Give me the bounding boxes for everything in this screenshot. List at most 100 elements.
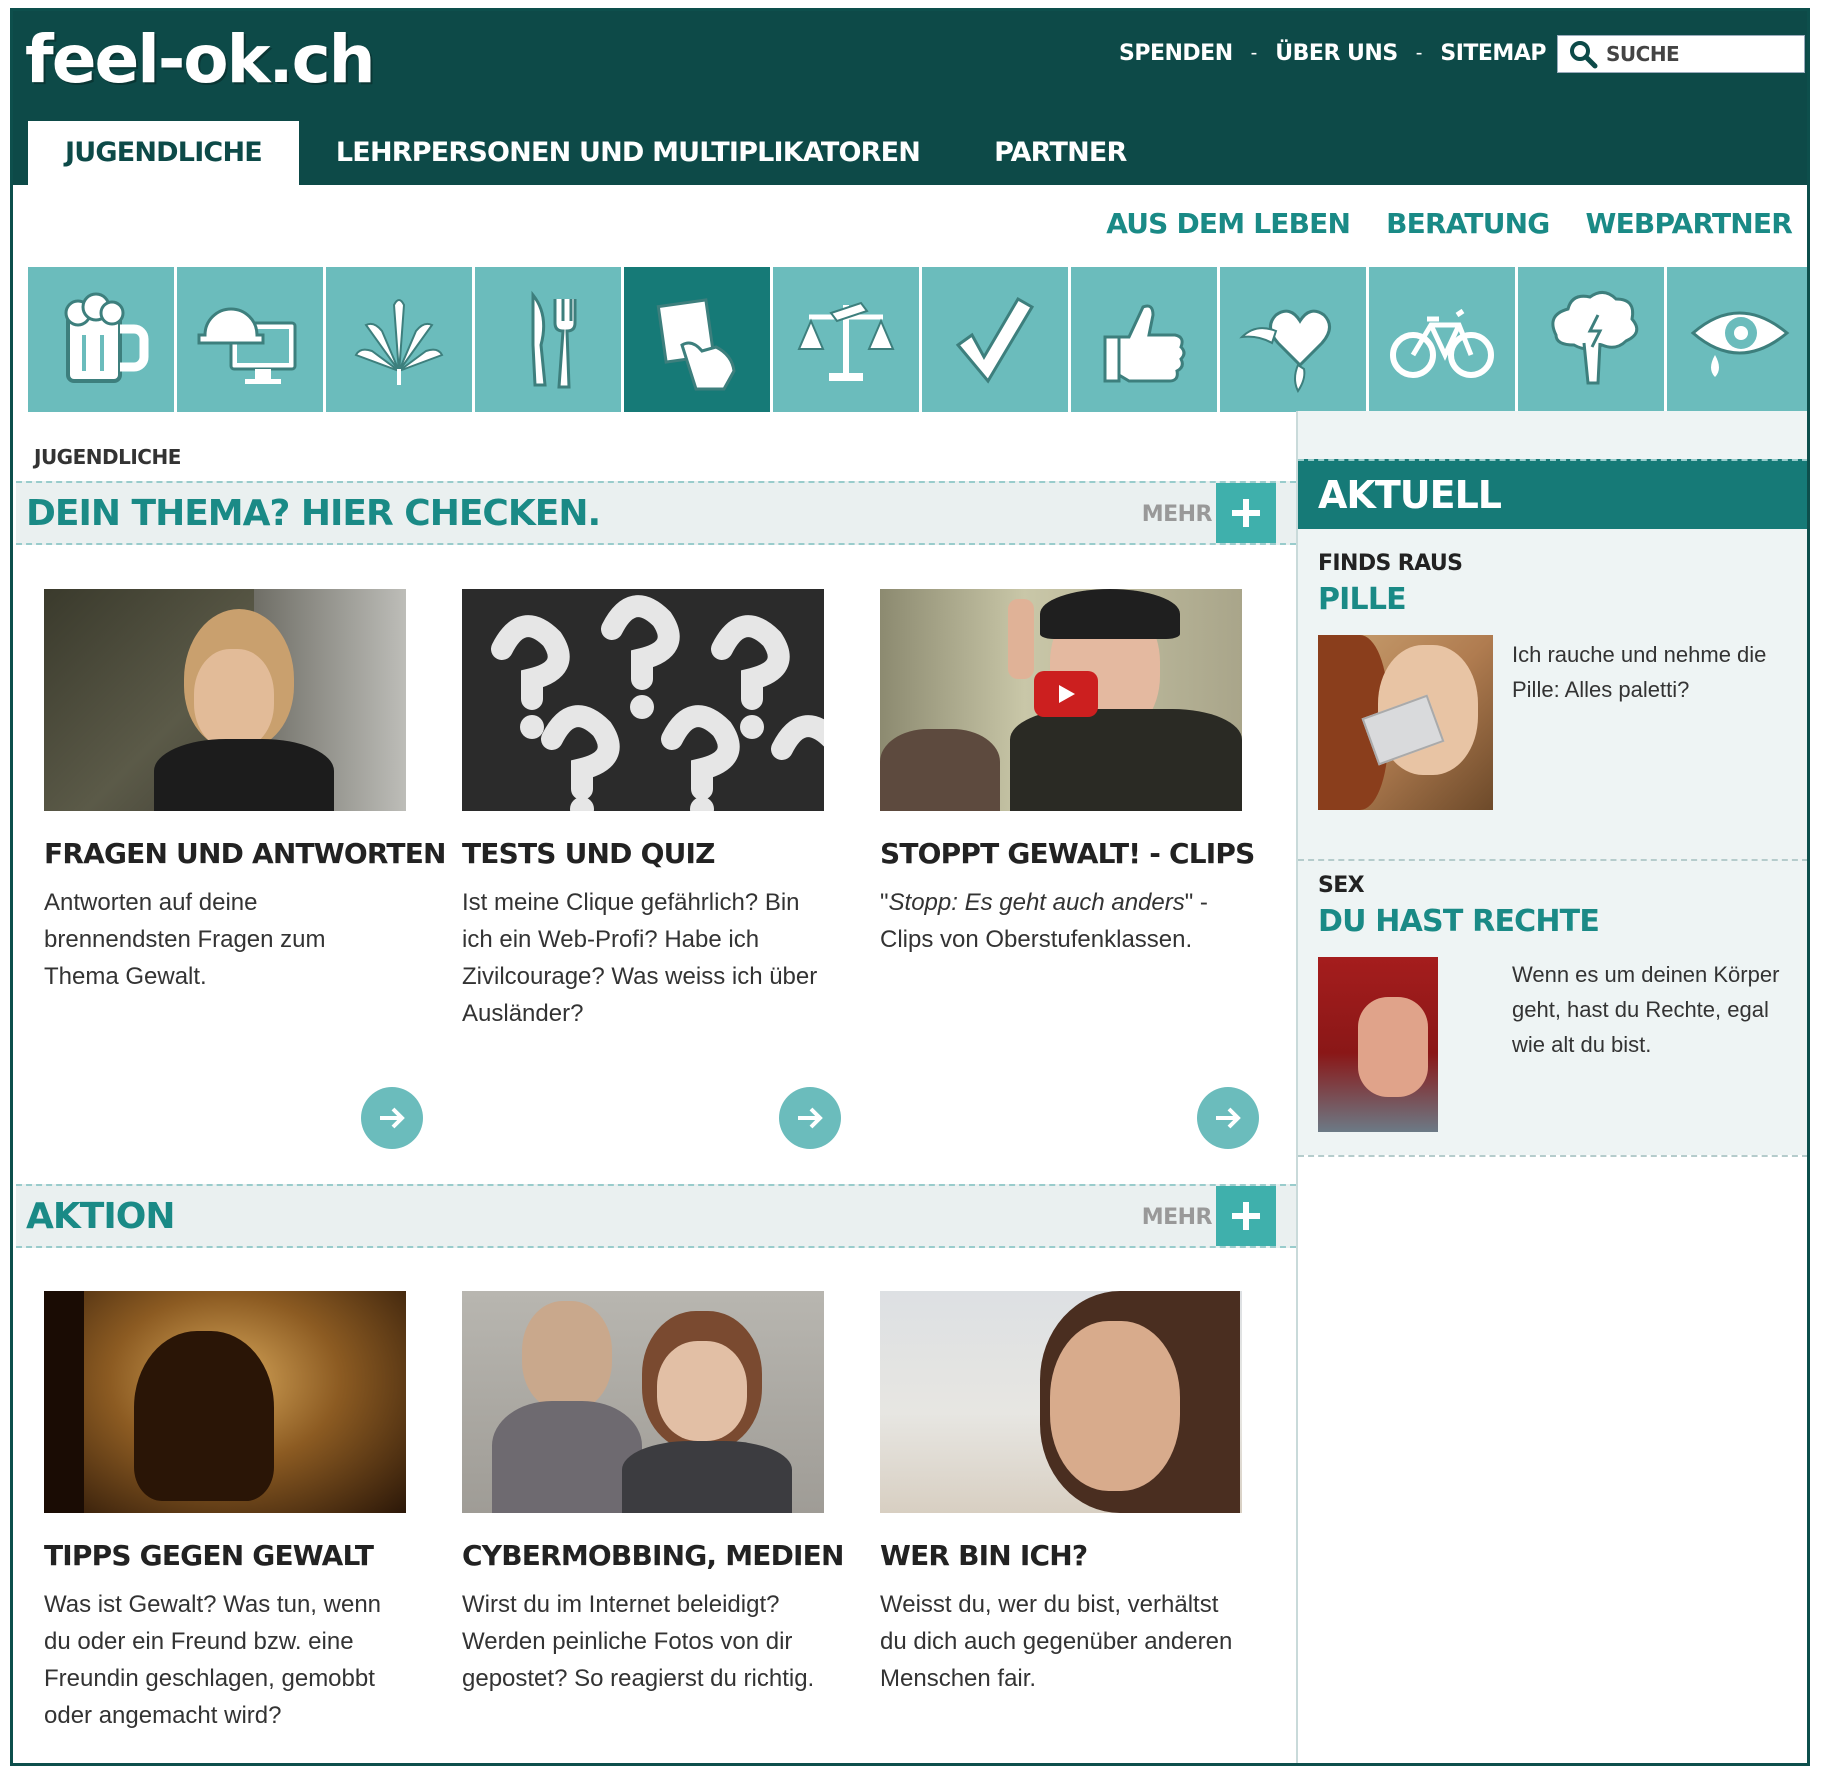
audience-tabs: JUGENDLICHE LEHRPERSONEN UND MULTIPLIKAT…	[28, 121, 1164, 185]
topic-work[interactable]	[177, 267, 323, 412]
ueber-uns-link[interactable]: ÜBER UNS	[1275, 41, 1398, 66]
topic-violence[interactable]	[624, 267, 770, 412]
checkmark-icon	[955, 296, 1035, 384]
topic-alcohol[interactable]	[28, 267, 174, 412]
arrow-right-icon	[1216, 1107, 1241, 1129]
card-title[interactable]: TESTS UND QUIZ	[462, 837, 824, 870]
section-header-thema: DEIN THEMA? HIER CHECKEN. MEHR	[16, 481, 1296, 545]
tree-icon	[1551, 290, 1639, 384]
card-stoppt-gewalt[interactable]: STOPPT GEWALT! - CLIPS "Stopp: Es geht a…	[880, 589, 1255, 958]
news-title[interactable]: PILLE	[1318, 582, 1798, 617]
topic-drugs[interactable]	[326, 267, 472, 412]
spenden-link[interactable]: SPENDEN	[1119, 41, 1233, 66]
sub-navigation: AUS DEM LEBEN BERATUNG WEBPARTNER	[1106, 207, 1793, 240]
card-title[interactable]: FRAGEN UND ANTWORTEN	[44, 837, 446, 870]
search-box[interactable]	[1557, 35, 1805, 73]
subnav-webpartner[interactable]: WEBPARTNER	[1586, 207, 1793, 240]
card-tests-quiz[interactable]: TESTS UND QUIZ Ist meine Clique gefährli…	[462, 589, 824, 1032]
card-title[interactable]: CYBERMOBBING, MEDIEN	[462, 1539, 844, 1572]
topic-sport[interactable]	[1369, 267, 1515, 412]
section-title: DEIN THEMA? HIER CHECKEN.	[26, 493, 601, 534]
news-image[interactable]	[1318, 635, 1493, 810]
card-tipps-gegen-gewalt[interactable]: TIPPS GEGEN GEWALT Was ist Gewalt? Was t…	[44, 1291, 406, 1734]
card-image[interactable]	[462, 1291, 824, 1513]
card-fragen-antworten[interactable]: FRAGEN UND ANTWORTEN Antworten auf deine…	[44, 589, 446, 995]
tab-lehrpersonen[interactable]: LEHRPERSONEN UND MULTIPLIKATOREN	[299, 121, 957, 185]
topic-nutrition[interactable]	[475, 267, 621, 412]
arrow-button[interactable]	[779, 1087, 841, 1149]
topic-law[interactable]	[773, 267, 919, 412]
sidebar-aktuell: AKTUELL FINDS RAUS PILLE Ich rauche und …	[1296, 411, 1807, 1763]
card-image[interactable]	[44, 1291, 406, 1513]
topic-love[interactable]	[1220, 267, 1366, 412]
section-header-aktion: AKTION MEHR	[16, 1184, 1296, 1248]
topic-stress[interactable]	[1518, 267, 1664, 412]
more-link[interactable]: MEHR	[1142, 1205, 1213, 1230]
card-image[interactable]	[462, 589, 824, 811]
top-links: SPENDEN - ÜBER UNS - SITEMAP -	[1119, 41, 1589, 66]
news-text: Wenn es um deinen Körper geht, hast du R…	[1512, 962, 1780, 1057]
more-link[interactable]: MEHR	[1142, 502, 1213, 527]
card-text: Ist meine Clique gefährlich? Bin ich ein…	[462, 889, 818, 1027]
arrow-right-icon	[798, 1107, 823, 1129]
topic-decisions[interactable]	[922, 267, 1068, 412]
card-title[interactable]: WER BIN ICH?	[880, 1539, 1242, 1572]
card-image[interactable]	[44, 589, 406, 811]
cannabis-leaf-icon	[354, 298, 444, 385]
arrow-right-icon	[380, 1107, 405, 1129]
plus-icon	[1232, 1202, 1260, 1230]
news-item-du-hast-rechte[interactable]: SEX DU HAST RECHTE Wenn es um deinen Kör…	[1318, 873, 1798, 1132]
sitemap-link[interactable]: SITEMAP	[1440, 41, 1546, 66]
news-category: SEX	[1318, 873, 1365, 898]
card-text: Wirst du im Internet beleidigt? Werden p…	[462, 1591, 815, 1692]
subnav-beratung[interactable]: BERATUNG	[1386, 207, 1550, 240]
section-title: AKTION	[26, 1196, 175, 1237]
card-title[interactable]: STOPPT GEWALT! - CLIPS	[880, 837, 1255, 870]
breadcrumb[interactable]: JUGENDLICHE	[34, 445, 181, 469]
subnav-aus-dem-leben[interactable]: AUS DEM LEBEN	[1106, 207, 1351, 240]
winged-heart-icon	[1239, 309, 1331, 393]
video-thumbnail[interactable]	[880, 589, 1242, 811]
card-title[interactable]: TIPPS GEGEN GEWALT	[44, 1539, 406, 1572]
card-text: Antworten auf deine brennendsten Fragen …	[44, 889, 326, 990]
site-logo[interactable]: feel-ok.ch	[25, 21, 376, 98]
search-input[interactable]	[1606, 42, 1796, 66]
news-title[interactable]: DU HAST RECHTE	[1318, 904, 1798, 939]
sidebar-title: AKTUELL	[1318, 473, 1502, 517]
arrow-button[interactable]	[1197, 1087, 1259, 1149]
topic-grief[interactable]	[1667, 267, 1807, 412]
plus-button[interactable]	[1216, 1186, 1276, 1246]
card-cybermobbing[interactable]: CYBERMOBBING, MEDIEN Wirst du im Interne…	[462, 1291, 844, 1697]
news-category: FINDS RAUS	[1318, 551, 1463, 576]
news-image[interactable]	[1318, 957, 1493, 1132]
search-icon[interactable]	[1568, 39, 1598, 69]
card-image[interactable]	[880, 1291, 1242, 1513]
card-text: Weisst du, wer du bist, verhältst du dic…	[880, 1591, 1233, 1692]
hand-card-icon	[656, 297, 736, 390]
card-text: Was ist Gewalt? Was tun, wenn du oder ei…	[44, 1591, 382, 1729]
bicycle-icon	[1390, 308, 1494, 378]
news-text: Ich rauche und nehme die Pille: Alles pa…	[1512, 642, 1767, 702]
card-text: "Stopp: Es geht auch anders" - Clips von…	[880, 889, 1208, 953]
plus-button[interactable]	[1216, 483, 1276, 543]
card-wer-bin-ich[interactable]: WER BIN ICH? Weisst du, wer du bist, ver…	[880, 1291, 1242, 1697]
thumbs-up-icon	[1103, 304, 1186, 382]
plus-icon	[1232, 499, 1260, 527]
play-button[interactable]	[1034, 671, 1098, 717]
news-item-pille[interactable]: FINDS RAUS PILLE Ich rauche und nehme di…	[1318, 551, 1798, 810]
sidebar-header: AKTUELL	[1298, 459, 1807, 529]
arrow-button[interactable]	[361, 1087, 423, 1149]
question-marks-pattern	[491, 595, 824, 811]
topic-self-esteem[interactable]	[1071, 267, 1217, 412]
crying-eye-icon	[1690, 311, 1790, 377]
beer-mug-icon	[64, 292, 149, 383]
page-frame: feel-ok.ch SPENDEN - ÜBER UNS - SITEMAP …	[10, 8, 1810, 1766]
helmet-computer-icon	[197, 307, 297, 384]
play-icon	[1059, 685, 1075, 703]
tab-partner[interactable]: PARTNER	[957, 121, 1163, 185]
scales-icon	[797, 301, 895, 381]
tab-jugendliche[interactable]: JUGENDLICHE	[28, 121, 299, 185]
site-header: feel-ok.ch SPENDEN - ÜBER UNS - SITEMAP …	[13, 11, 1807, 185]
knife-fork-icon	[531, 290, 577, 388]
topic-icon-bar	[28, 267, 1807, 412]
